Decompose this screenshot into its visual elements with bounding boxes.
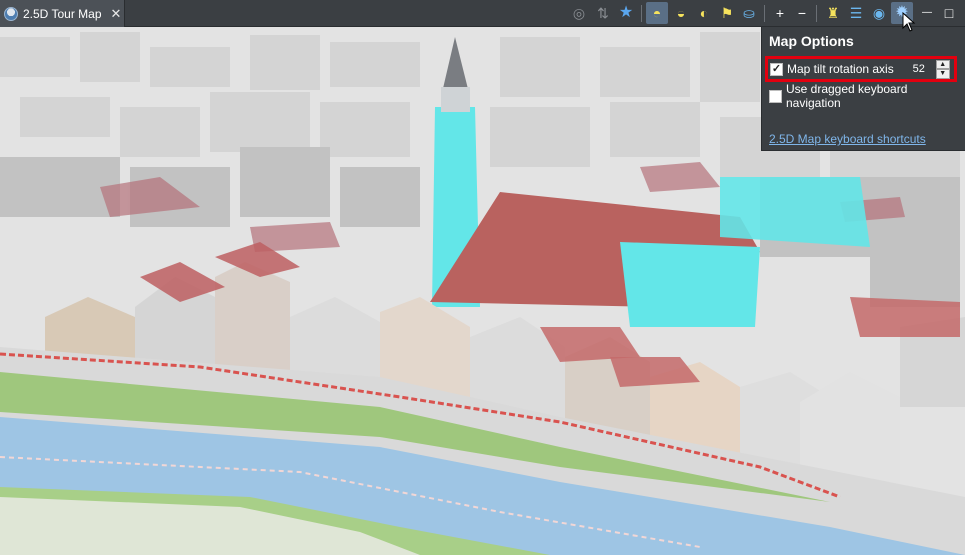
flag-button[interactable]: ⚑: [716, 2, 738, 24]
dome-tilt-icon: ◒: [676, 5, 686, 21]
zoom-out-button[interactable]: −: [791, 2, 813, 24]
zoom-out-icon: −: [797, 5, 807, 21]
view-toolbar: 2.5D Tour Map ✕ ◎ ⇅ ★ ◓ ◒ ◐ ⚑ ⛀ + − ♜ ☰ …: [0, 0, 965, 27]
tilt-rotation-label: Map tilt rotation axis: [787, 62, 894, 76]
tab-title: 2.5D Tour Map: [23, 6, 102, 21]
tilt-value-field[interactable]: 52: [905, 60, 932, 78]
increment-button[interactable]: ▲: [935, 59, 950, 69]
minimize-button[interactable]: —: [916, 2, 938, 24]
keyboard-nav-checkbox[interactable]: [769, 89, 782, 103]
tilt-rotation-option: ✓ Map tilt rotation axis 52 ▲ ▼: [765, 56, 957, 82]
bucket-icon: ⛀: [743, 5, 755, 21]
church-apse: [620, 242, 760, 327]
toolbar-divider: [641, 5, 642, 22]
tour-map-tab[interactable]: 2.5D Tour Map ✕: [0, 0, 125, 27]
globe-icon: [4, 6, 18, 21]
star-button[interactable]: ★: [615, 2, 637, 24]
map-options-title: Map Options: [769, 33, 854, 49]
keyboard-nav-label: Use dragged keyboard navigation: [785, 82, 908, 110]
dome-view-button[interactable]: ◓: [646, 2, 668, 24]
zoom-in-button[interactable]: +: [769, 2, 791, 24]
layers-icon: ♜: [826, 5, 840, 21]
pin-icon: ⇅: [597, 5, 609, 21]
bucket-button[interactable]: ⛀: [738, 2, 760, 24]
tower-top: [441, 87, 470, 112]
decrement-button[interactable]: ▼: [935, 69, 950, 79]
close-icon[interactable]: ✕: [111, 7, 122, 20]
toolbar-divider: [764, 5, 765, 22]
target-button[interactable]: ◉: [868, 2, 890, 24]
dome-tilt-button[interactable]: ◒: [670, 2, 692, 24]
keyboard-shortcuts-link[interactable]: 2.5D Map keyboard shortcuts: [769, 132, 926, 146]
pin-button[interactable]: ⇅: [592, 2, 614, 24]
flag-icon: ⚑: [720, 5, 734, 21]
gps-button[interactable]: ◎: [568, 2, 590, 24]
dome-flat-icon: ◐: [699, 5, 709, 21]
list-button[interactable]: ☰: [845, 2, 867, 24]
map-options-panel: Map Options ✓ Map tilt rotation axis 52 …: [761, 27, 965, 151]
tilt-value-stepper: ▲ ▼: [935, 59, 950, 79]
tilt-rotation-checkbox[interactable]: ✓: [770, 62, 783, 76]
target-icon: ◉: [872, 5, 886, 21]
maximize-icon: □: [944, 5, 954, 21]
star-icon: ★: [618, 4, 634, 21]
keyboard-nav-option: Use dragged keyboard navigation: [769, 82, 965, 110]
layers-button[interactable]: ♜: [822, 2, 844, 24]
gps-icon: ◎: [572, 5, 586, 21]
zoom-in-icon: +: [775, 5, 785, 21]
toolbar-divider: [816, 5, 817, 22]
mouse-pointer-icon: [902, 12, 916, 32]
maximize-button[interactable]: □: [938, 2, 960, 24]
dome-view-icon: ◓: [652, 5, 662, 21]
minimize-icon: —: [922, 7, 932, 18]
dome-flat-button[interactable]: ◐: [693, 2, 715, 24]
church-east: [720, 177, 870, 247]
list-icon: ☰: [849, 5, 863, 21]
